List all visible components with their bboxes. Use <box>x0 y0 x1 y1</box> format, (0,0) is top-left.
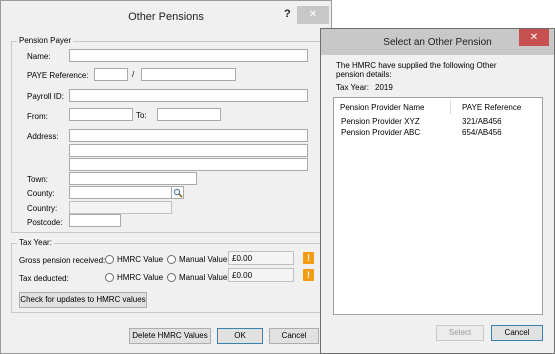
address-line-2-input[interactable] <box>69 144 308 157</box>
check-updates-button[interactable]: Check for updates to HMRC values <box>19 292 147 308</box>
provider-name: Pension Provider ABC <box>341 128 421 137</box>
tax-manual-radio[interactable] <box>167 273 176 282</box>
close-button[interactable]: ✕ <box>297 6 329 24</box>
delete-hmrc-values-button[interactable]: Delete HMRC Values <box>129 328 211 344</box>
tax-year-label: Tax Year: <box>336 83 369 92</box>
tax-year-heading: Tax Year: <box>17 238 54 247</box>
cancel-button[interactable]: Cancel <box>269 328 319 344</box>
gross-warning-icon[interactable]: ! <box>303 252 314 264</box>
tax-hmrc-radio[interactable] <box>105 273 114 282</box>
gross-manual-label[interactable]: Manual Value <box>179 255 227 264</box>
gross-manual-radio[interactable] <box>167 255 176 264</box>
list-row[interactable]: Pension Provider ABC 654/AB456 <box>335 127 541 138</box>
paye-reference: 321/AB456 <box>462 117 502 126</box>
pension-list[interactable]: Pension Provider Name PAYE Reference Pen… <box>333 97 543 315</box>
other-pensions-dialog: Other Pensions ? ✕ Pension Payer Name: P… <box>0 0 332 354</box>
select-pension-dialog: Select an Other Pension ✕ The HMRC have … <box>320 28 555 354</box>
tax-deducted-label: Tax deducted: <box>19 274 69 283</box>
town-input[interactable] <box>69 172 197 185</box>
payroll-id-label: Payroll ID: <box>27 92 64 101</box>
to-label: To: <box>136 111 147 120</box>
select-close-button[interactable]: ✕ <box>519 29 549 46</box>
gross-hmrc-label[interactable]: HMRC Value <box>117 255 163 264</box>
to-date-input[interactable] <box>157 108 221 121</box>
postcode-input[interactable] <box>69 214 121 227</box>
column-separator <box>450 100 451 114</box>
select-cancel-button[interactable]: Cancel <box>491 325 543 341</box>
column-header-provider[interactable]: Pension Provider Name <box>340 103 424 112</box>
postcode-label: Postcode: <box>27 218 63 227</box>
town-label: Town: <box>27 175 48 184</box>
gross-hmrc-radio[interactable] <box>105 255 114 264</box>
country-label: Country: <box>27 204 58 213</box>
country-input <box>69 201 172 214</box>
tax-year-value: 2019 <box>375 83 393 92</box>
list-row[interactable]: Pension Provider XYZ 321/AB456 <box>335 116 541 127</box>
paye-separator: / <box>132 70 135 79</box>
from-label: From: <box>27 112 48 121</box>
gross-pension-label: Gross pension received: <box>19 256 106 265</box>
select-button[interactable]: Select <box>436 325 484 341</box>
from-date-input[interactable] <box>69 108 133 121</box>
tax-hmrc-label[interactable]: HMRC Value <box>117 273 163 282</box>
paye-reference-input[interactable] <box>141 68 236 81</box>
dialog-title: Other Pensions <box>128 11 204 23</box>
address-line-3-input[interactable] <box>69 158 308 171</box>
address-label: Address: <box>27 132 59 141</box>
paye-reference-label: PAYE Reference: <box>27 71 89 80</box>
search-icon <box>173 188 183 198</box>
column-header-paye[interactable]: PAYE Reference <box>462 103 521 112</box>
name-input[interactable] <box>69 49 308 62</box>
county-search-button[interactable] <box>171 186 184 199</box>
tax-warning-icon[interactable]: ! <box>303 269 314 281</box>
hmrc-message: The HMRC have supplied the following Oth… <box>336 61 497 79</box>
ok-button[interactable]: OK <box>217 328 263 344</box>
address-line-1-input[interactable] <box>69 129 308 142</box>
payroll-id-input[interactable] <box>69 89 308 102</box>
county-input[interactable] <box>69 186 172 199</box>
name-label: Name: <box>27 52 51 61</box>
county-label: County: <box>27 189 55 198</box>
tax-manual-label[interactable]: Manual Value <box>179 273 227 282</box>
help-button[interactable]: ? <box>284 8 296 22</box>
paye-reference: 654/AB456 <box>462 128 502 137</box>
provider-name: Pension Provider XYZ <box>341 117 420 126</box>
paye-office-input[interactable] <box>94 68 128 81</box>
tax-deducted-value: £0.00 <box>228 268 294 282</box>
gross-pension-value: £0.00 <box>228 251 294 265</box>
pension-payer-heading: Pension Payer <box>17 36 74 45</box>
